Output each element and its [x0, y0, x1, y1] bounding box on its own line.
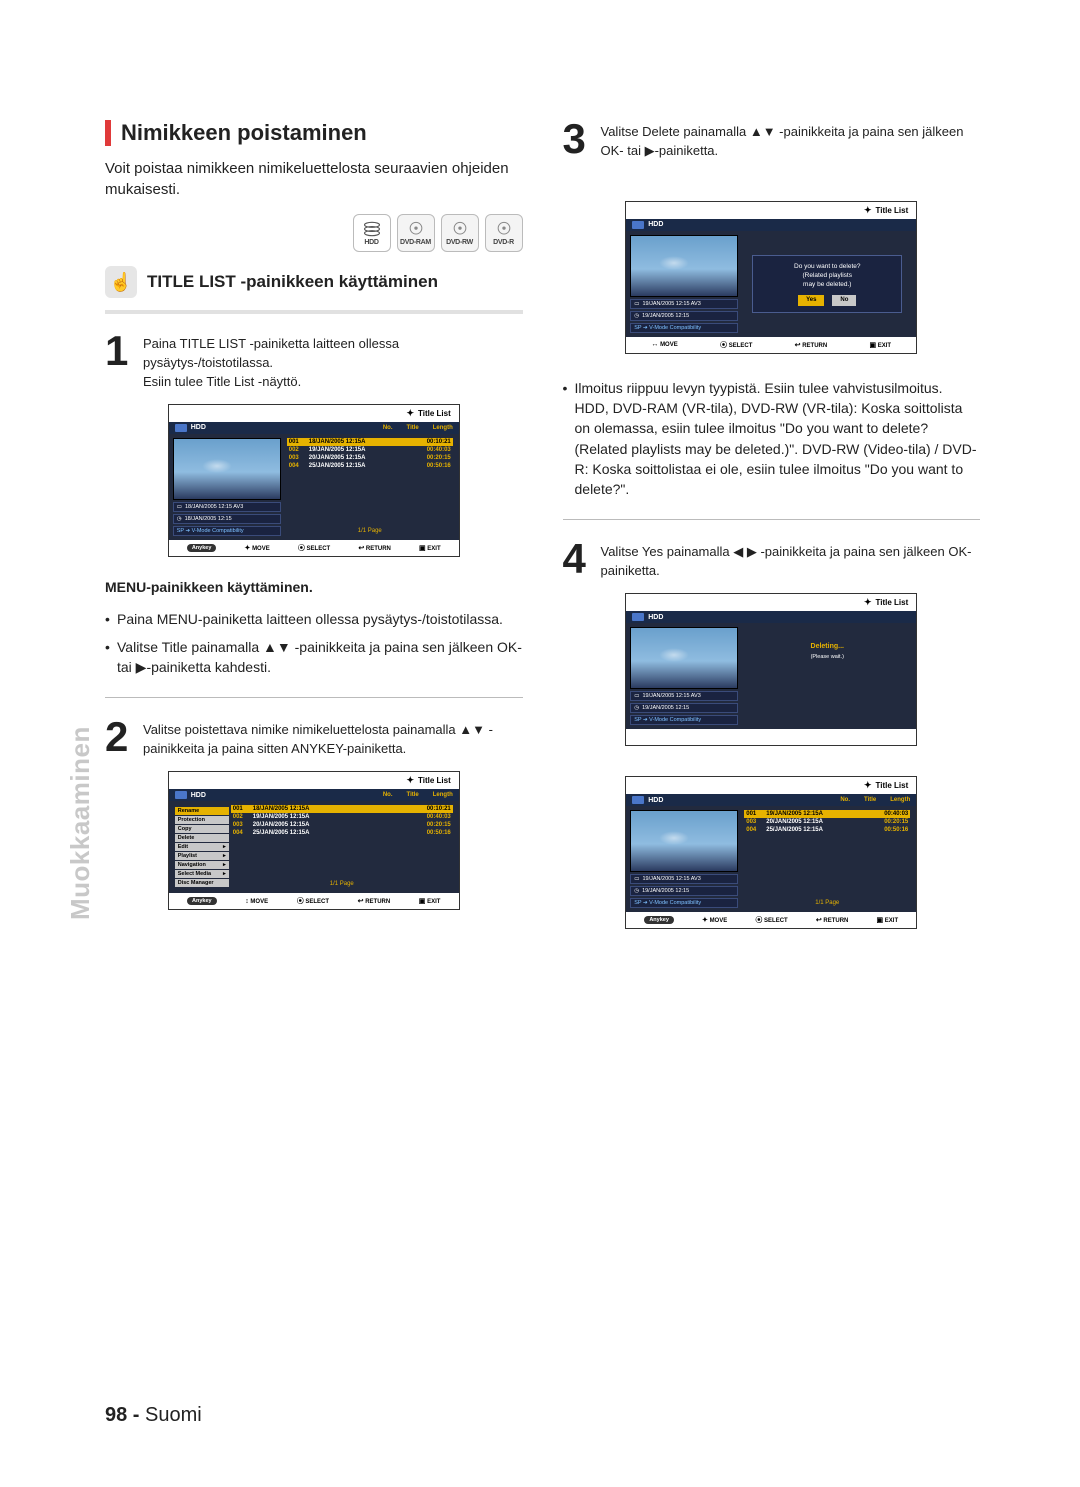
section-title: Nimikkeen poistaminen: [121, 120, 367, 146]
red-bar-icon: [105, 120, 111, 146]
footer-page-number: 98 -: [105, 1404, 139, 1426]
hand-icon: ☝: [105, 266, 137, 298]
bullet-1: Paina MENU-painiketta laitteen ollessa p…: [117, 609, 523, 629]
tv-screenshot-deleting: ✦Title List HDD ▭19/JAN/2005 12:15 AV3 ◷…: [625, 593, 917, 746]
meta-date-2: ◷18/JAN/2005 12:15: [173, 514, 281, 524]
step-4: 4 Valitse Yes painamalla ◀ ▶ -painikkeit…: [563, 540, 981, 581]
tv-screenshot-anykey-menu: ✦Title List HDD No.TitleLength Rename Pr…: [168, 771, 460, 910]
subheading-row: ☝ TITLE LIST -painikkeen käyttäminen: [105, 266, 523, 298]
meta-sp: SP ➔ V-Mode Compatibility: [173, 526, 281, 536]
step-3-text: Valitse Delete painamalla ▲▼ -painikkeit…: [601, 120, 981, 161]
dvd-ram-badge-icon: DVD-RAM: [397, 214, 435, 252]
footer-language: Suomi: [145, 1404, 202, 1426]
side-tab: Muokkaaminen: [65, 726, 96, 920]
step-4-text: Valitse Yes painamalla ◀ ▶ -painikkeita …: [601, 540, 981, 581]
hdd-badge-icon: HDD: [353, 214, 391, 252]
menu-bullets: Paina MENU-painiketta laitteen ollessa p…: [105, 609, 523, 678]
step-2: 2 Valitse poistettava nimike nimikeluett…: [105, 718, 523, 759]
page-indicator: 1/1 Page: [287, 524, 453, 536]
tv-screenshot-title-list: ✦Title List HDD No.TitleLength ▭18/JAN/2…: [168, 404, 460, 557]
tv-screenshot-after-delete: ✦Title List HDD No.TitleLength ▭19/JAN/2…: [625, 776, 917, 929]
step-number: 1: [105, 332, 135, 392]
no-button[interactable]: No: [832, 295, 856, 305]
left-column: Nimikkeen poistaminen Voit poistaa nimik…: [105, 120, 523, 1404]
disc-badges: HDD DVD-RAM DVD-RW DVD-R: [105, 214, 523, 252]
meta-date-1: ▭18/JAN/2005 12:15 AV3: [173, 502, 281, 512]
step-number: 2: [105, 718, 135, 759]
thin-rule: [105, 697, 523, 698]
tv-screenshot-delete-confirm: ✦Title List HDD ▭19/JAN/2005 12:15 AV3 ◷…: [625, 201, 917, 354]
please-wait-label: (Please wait.): [744, 654, 910, 660]
yes-button[interactable]: Yes: [798, 295, 824, 305]
confirm-dialog: Do you want to delete? (Related playlist…: [752, 255, 902, 313]
deleting-label: Deleting...: [744, 627, 910, 654]
dvd-rw-badge-icon: DVD-RW: [441, 214, 479, 252]
step-1-line-2: Esiin tulee Title List -näyttö.: [143, 374, 301, 389]
step-2-text: Valitse poistettava nimike nimikeluettel…: [143, 718, 523, 759]
preview-thumb: [173, 438, 281, 500]
note-text: Ilmoitus riippuu levyn tyypistä. Esiin t…: [575, 378, 981, 500]
hdd-icon: [175, 424, 187, 432]
page-footer: 98 - Suomi: [105, 1404, 980, 1427]
section-heading: Nimikkeen poistaminen: [105, 120, 523, 146]
intro-text: Voit poistaa nimikkeen nimikeluettelosta…: [105, 158, 523, 200]
plus-icon: ✦: [406, 408, 414, 419]
title-row: 00118/JAN/2005 12:15A00:10:21: [287, 438, 453, 446]
step-1: 1 Paina TITLE LIST -painiketta laitteen …: [105, 332, 523, 392]
step-number: 3: [563, 120, 593, 161]
note-bullet: Ilmoitus riippuu levyn tyypistä. Esiin t…: [563, 378, 981, 500]
context-menu: Rename Protection Copy Delete Edit▸ Play…: [173, 805, 231, 889]
step-3: 3 Valitse Delete painamalla ▲▼ -painikke…: [563, 120, 981, 161]
right-column: 3 Valitse Delete painamalla ▲▼ -painikke…: [563, 120, 981, 1404]
menu-item: Rename: [175, 807, 229, 815]
subheading: TITLE LIST -painikkeen käyttäminen: [147, 272, 438, 292]
thick-rule: [105, 310, 523, 314]
menu-heading: MENU-painikkeen käyttäminen.: [105, 579, 523, 595]
bullet-2: Valitse Title painamalla ▲▼ -painikkeita…: [117, 637, 523, 678]
dvd-r-badge-icon: DVD-R: [485, 214, 523, 252]
tv-footer: Anykey ✦ MOVE ⦿ SELECT ↩ RETURN ▣ EXIT: [169, 540, 459, 556]
step-1-line-1: Paina TITLE LIST -painiketta laitteen ol…: [143, 336, 399, 370]
thin-rule: [563, 519, 981, 520]
step-number: 4: [563, 540, 593, 581]
